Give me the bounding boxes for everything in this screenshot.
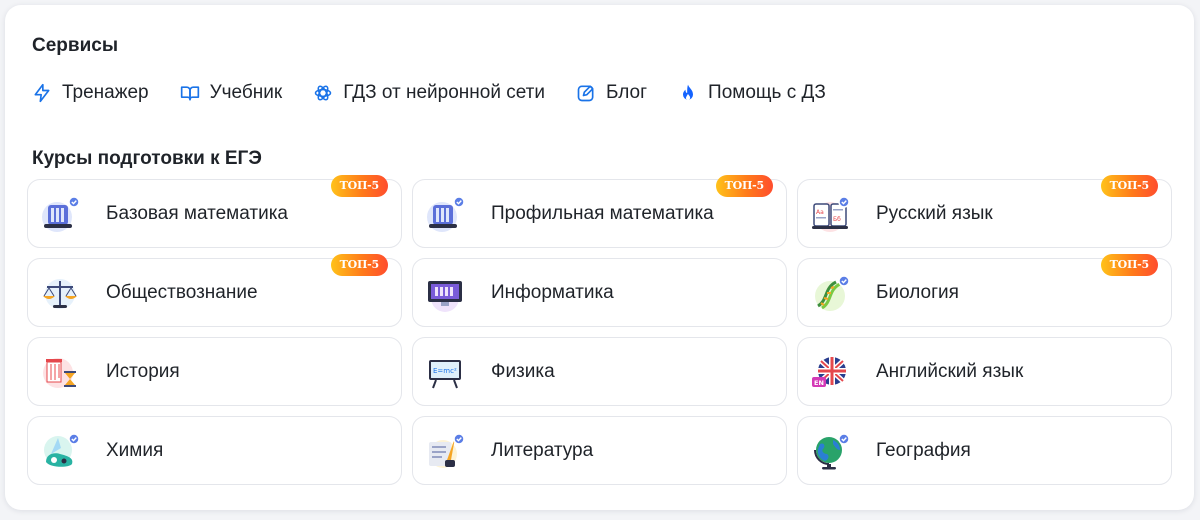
course-card-english[interactable]: EN Английский язык	[797, 337, 1172, 406]
course-card-literature[interactable]: Литература	[412, 416, 787, 485]
courses-grid: Базовая математика ТОП-5 Профильная мате…	[27, 175, 1172, 485]
monitor-icon	[428, 281, 462, 312]
service-label: Помощь с ДЗ	[708, 82, 826, 103]
service-gdz-link[interactable]: ГДЗ от нейронной сети	[313, 82, 545, 104]
book-open-icon	[180, 86, 199, 101]
svg-text:EN: EN	[814, 379, 824, 387]
course-label: Информатика	[491, 282, 614, 303]
course-label: Химия	[106, 440, 164, 461]
edit-icon	[577, 85, 594, 102]
service-trainer-link[interactable]: Тренажер	[32, 82, 149, 104]
course-card-russian[interactable]: Аа Бб Русский язык ТОП-5	[797, 175, 1172, 248]
scales-icon	[43, 279, 77, 309]
course-label: История	[106, 361, 180, 382]
course-label: Литература	[491, 440, 594, 461]
service-label: Учебник	[209, 82, 283, 103]
course-label: Обществознание	[106, 282, 258, 303]
top5-badge: ТОП-5	[715, 175, 773, 197]
service-label: ГДЗ от нейронной сети	[343, 82, 545, 103]
services-nav: Тренажер Учебник ГДЗ от нейронной сети Б…	[32, 81, 826, 105]
course-card-social-studies[interactable]: Обществознание ТОП-5	[27, 254, 402, 327]
course-label: Базовая математика	[106, 203, 288, 224]
course-card-physics[interactable]: E=mc² Физика	[412, 337, 787, 406]
top5-badge: ТОП-5	[1100, 175, 1158, 197]
course-card-geography[interactable]: География	[797, 416, 1172, 485]
uk-flag-icon: EN	[812, 357, 846, 387]
course-label: Профильная математика	[491, 203, 714, 224]
course-label: Физика	[491, 361, 555, 382]
course-label: Биология	[876, 282, 959, 303]
server-math-icon	[42, 196, 80, 232]
course-label: География	[876, 440, 971, 461]
column-hourglass-icon	[43, 358, 76, 388]
blackboard-formula-icon: E=mc²	[429, 360, 461, 389]
svg-text:Бб: Бб	[833, 216, 841, 223]
top5-badge: ТОП-5	[330, 175, 388, 197]
alphabet-book-icon: Аа Бб	[812, 196, 850, 232]
fire-icon	[683, 84, 694, 100]
lightning-icon	[34, 83, 50, 103]
dna-icon	[815, 275, 850, 311]
course-card-history[interactable]: История	[27, 337, 402, 406]
courses-heading: Курсы подготовки к ЕГЭ	[32, 148, 262, 169]
svg-text:Аа: Аа	[816, 209, 824, 216]
service-textbook-link[interactable]: Учебник	[180, 82, 283, 104]
course-card-informatics[interactable]: Информатика	[412, 258, 787, 327]
top5-badge: ТОП-5	[330, 254, 388, 276]
flask-icon	[44, 433, 80, 467]
services-heading: Сервисы	[32, 35, 119, 56]
service-homework-help-link[interactable]: Помощь с ДЗ	[678, 82, 826, 104]
service-label: Блог	[605, 82, 648, 103]
course-card-profile-math[interactable]: Профильная математика ТОП-5	[412, 175, 787, 248]
globe-icon	[814, 433, 850, 470]
service-label: Тренажер	[62, 82, 149, 103]
server-math-icon	[427, 196, 465, 232]
svg-text:E=mc²: E=mc²	[433, 367, 457, 375]
service-blog-link[interactable]: Блог	[576, 82, 647, 104]
course-card-chemistry[interactable]: Химия	[27, 416, 402, 485]
course-label: Английский язык	[876, 361, 1024, 382]
course-card-biology[interactable]: Биология ТОП-5	[797, 254, 1172, 327]
neural-network-icon	[314, 85, 332, 101]
top5-badge: ТОП-5	[1100, 254, 1158, 276]
course-card-basic-math[interactable]: Базовая математика ТОП-5	[27, 175, 402, 248]
course-label: Русский язык	[876, 203, 993, 224]
quill-book-icon	[429, 433, 465, 468]
